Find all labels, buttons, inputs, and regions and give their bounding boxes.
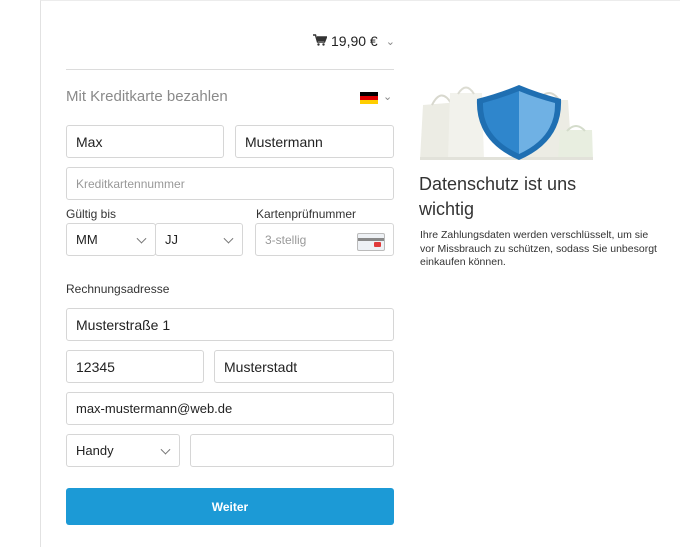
- cvc-field[interactable]: 3-stellig: [255, 223, 394, 256]
- cart-amount: 19,90 €: [331, 33, 378, 49]
- credit-card-icon: [357, 233, 385, 251]
- expiry-year-value: JJ: [165, 232, 178, 247]
- zip-field[interactable]: 12345: [66, 350, 204, 383]
- expiry-year-select[interactable]: JJ: [155, 223, 243, 256]
- chevron-down-icon: [223, 233, 234, 244]
- chevron-down-icon: ⌄: [385, 35, 395, 48]
- germany-flag-icon[interactable]: [360, 92, 378, 104]
- phone-type-select[interactable]: Handy: [66, 434, 180, 467]
- expiry-month-select[interactable]: MM: [66, 223, 156, 256]
- city-value: Musterstadt: [224, 358, 298, 375]
- first-name-value: Max: [76, 133, 103, 150]
- zip-value: 12345: [76, 358, 115, 375]
- card-number-field[interactable]: Kreditkartennummer: [66, 167, 394, 200]
- billing-address-label: Rechnungsadresse: [66, 282, 170, 296]
- privacy-text: Ihre Zahlungsdaten werden verschlüsselt,…: [420, 229, 657, 268]
- email-field[interactable]: max-mustermann@web.de: [66, 392, 394, 425]
- email-value: max-mustermann@web.de: [76, 401, 233, 416]
- privacy-title: Datenschutz ist uns wichtig: [419, 174, 577, 219]
- divider: [66, 69, 394, 70]
- payment-method-title: Mit Kreditkarte bezahlen: [66, 88, 228, 105]
- shield-shopping-bags-illustration: [420, 85, 593, 160]
- cvc-placeholder: 3-stellig: [265, 232, 307, 247]
- last-name-value: Mustermann: [245, 133, 323, 150]
- cart-summary[interactable]: 19,90 € ⌄: [313, 33, 395, 49]
- expiry-label: Gültig bis: [66, 207, 117, 221]
- last-name-field[interactable]: Mustermann: [235, 125, 394, 158]
- first-name-field[interactable]: Max: [66, 125, 224, 158]
- cvc-label: Kartenprüfnummer: [256, 207, 357, 221]
- city-field[interactable]: Musterstadt: [214, 350, 394, 383]
- phone-number-field[interactable]: [190, 434, 394, 467]
- cart-icon: [313, 33, 328, 49]
- expiry-month-value: MM: [76, 232, 98, 247]
- street-value: Musterstraße 1: [76, 316, 171, 333]
- chevron-down-icon: [160, 444, 171, 455]
- street-field[interactable]: Musterstraße 1: [66, 308, 394, 341]
- card-number-placeholder: Kreditkartennummer: [76, 176, 185, 191]
- chevron-down-icon: [136, 233, 147, 244]
- chevron-down-icon[interactable]: ⌄: [383, 90, 392, 103]
- continue-button[interactable]: Weiter: [66, 488, 394, 525]
- phone-type-value: Handy: [76, 443, 114, 458]
